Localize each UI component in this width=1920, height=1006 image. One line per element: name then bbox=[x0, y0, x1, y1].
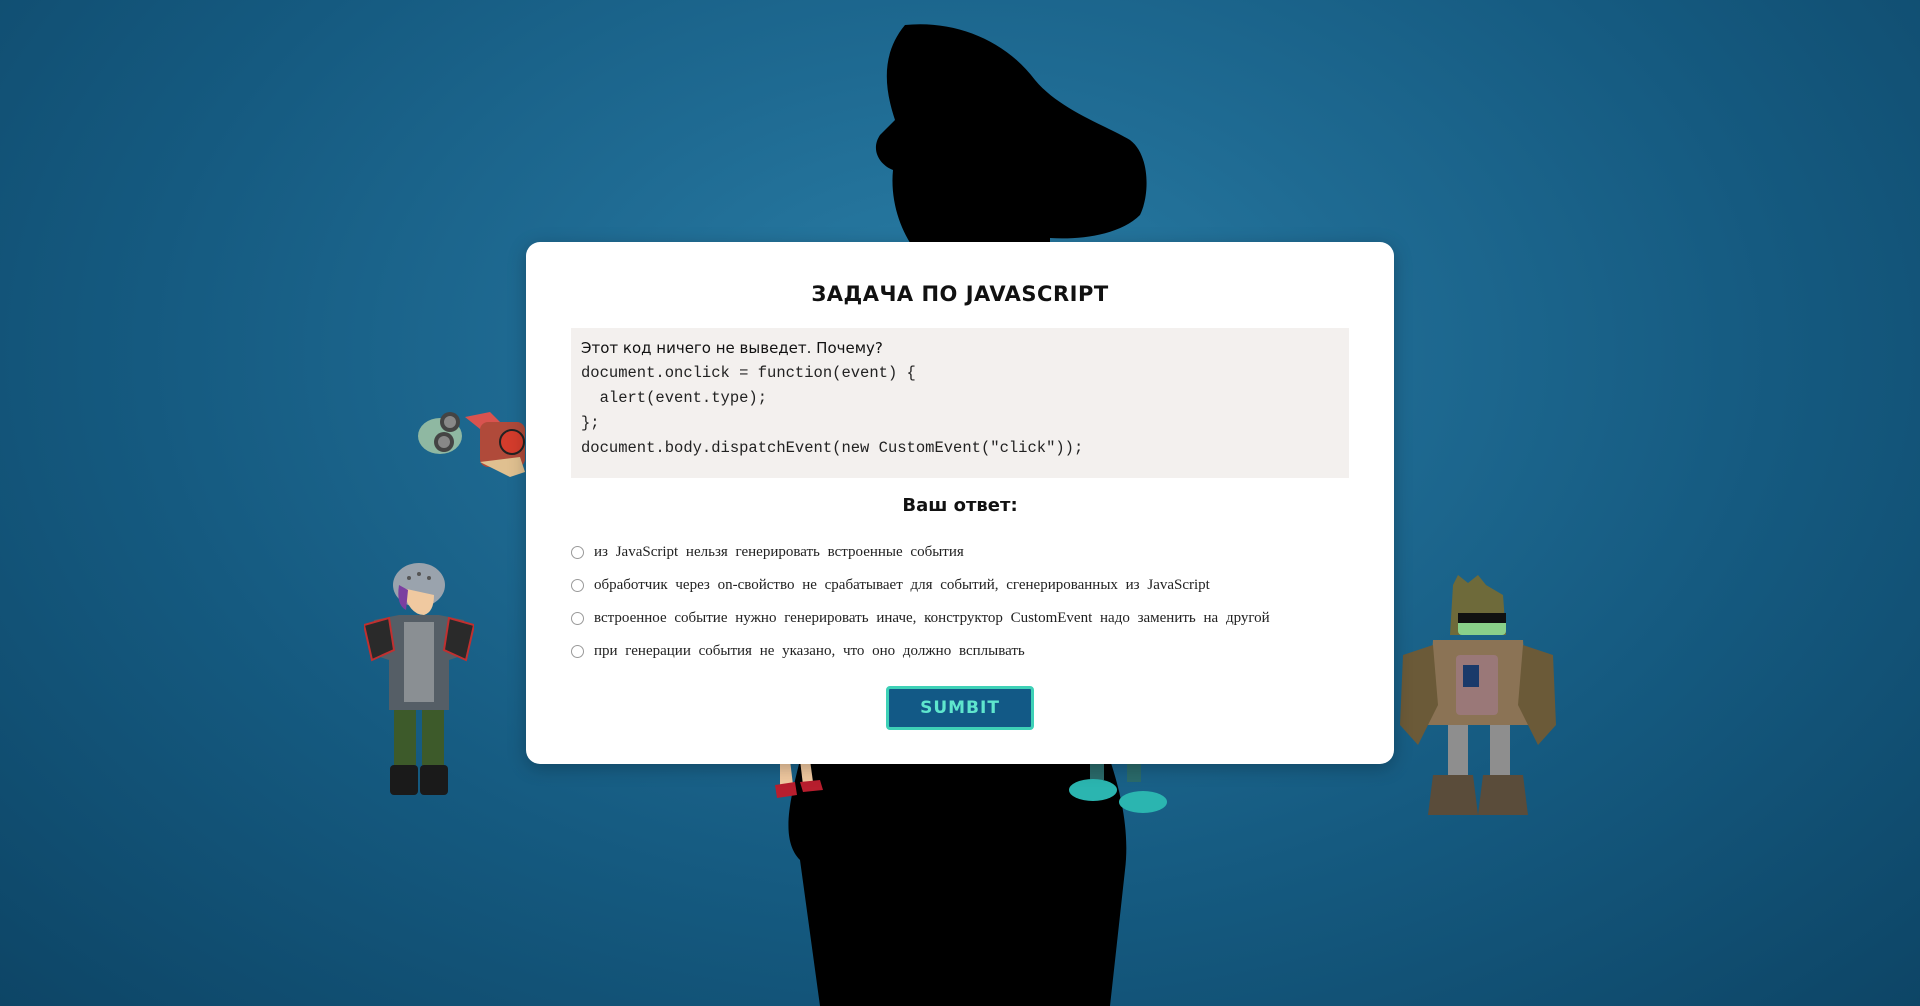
answer-option-4[interactable]: при генерации события не указано, что он… bbox=[571, 635, 1349, 668]
submit-button[interactable]: SUMBIT bbox=[886, 686, 1034, 730]
quiz-modal: ЗАДАЧА ПО JAVASCRIPT Этот код ничего не … bbox=[526, 242, 1394, 764]
answer-option-label: встроенное событие нужно генерировать ин… bbox=[594, 610, 1270, 626]
submit-wrap: SUMBIT bbox=[571, 686, 1349, 730]
question-text: Этот код ничего не выведет. Почему? bbox=[581, 339, 883, 357]
teal-shoes-legs bbox=[1069, 760, 1167, 813]
answer-options: из JavaScript нельзя генерировать встрое… bbox=[571, 536, 1349, 668]
answer-option-label: обработчик через on-свойство не срабатыв… bbox=[594, 577, 1210, 593]
rusty-robot-character bbox=[1400, 575, 1556, 815]
radio-button[interactable] bbox=[571, 612, 584, 625]
code-line: }; bbox=[581, 414, 600, 432]
answer-option-1[interactable]: из JavaScript нельзя генерировать встрое… bbox=[571, 536, 1349, 569]
red-shoes-legs bbox=[775, 760, 823, 798]
armored-woman-character bbox=[364, 563, 474, 795]
code-line: document.body.dispatchEvent(new CustomEv… bbox=[581, 439, 1084, 457]
code-box: Этот код ничего не выведет. Почему? docu… bbox=[571, 328, 1349, 478]
modal-title: ЗАДАЧА ПО JAVASCRIPT bbox=[811, 282, 1109, 306]
radio-button[interactable] bbox=[571, 645, 584, 658]
flying-robot-character bbox=[418, 412, 525, 477]
radio-button[interactable] bbox=[571, 579, 584, 592]
answer-option-label: из JavaScript нельзя генерировать встрое… bbox=[594, 544, 964, 560]
code-line: alert(event.type); bbox=[581, 389, 768, 407]
code-line: document.onclick = function(event) { bbox=[581, 364, 916, 382]
answer-label: Ваш ответ: bbox=[902, 495, 1018, 516]
answer-option-2[interactable]: обработчик через on-свойство не срабатыв… bbox=[571, 569, 1349, 602]
radio-button[interactable] bbox=[571, 546, 584, 559]
answer-option-3[interactable]: встроенное событие нужно генерировать ин… bbox=[571, 602, 1349, 635]
answer-option-label: при генерации события не указано, что он… bbox=[594, 643, 1025, 659]
